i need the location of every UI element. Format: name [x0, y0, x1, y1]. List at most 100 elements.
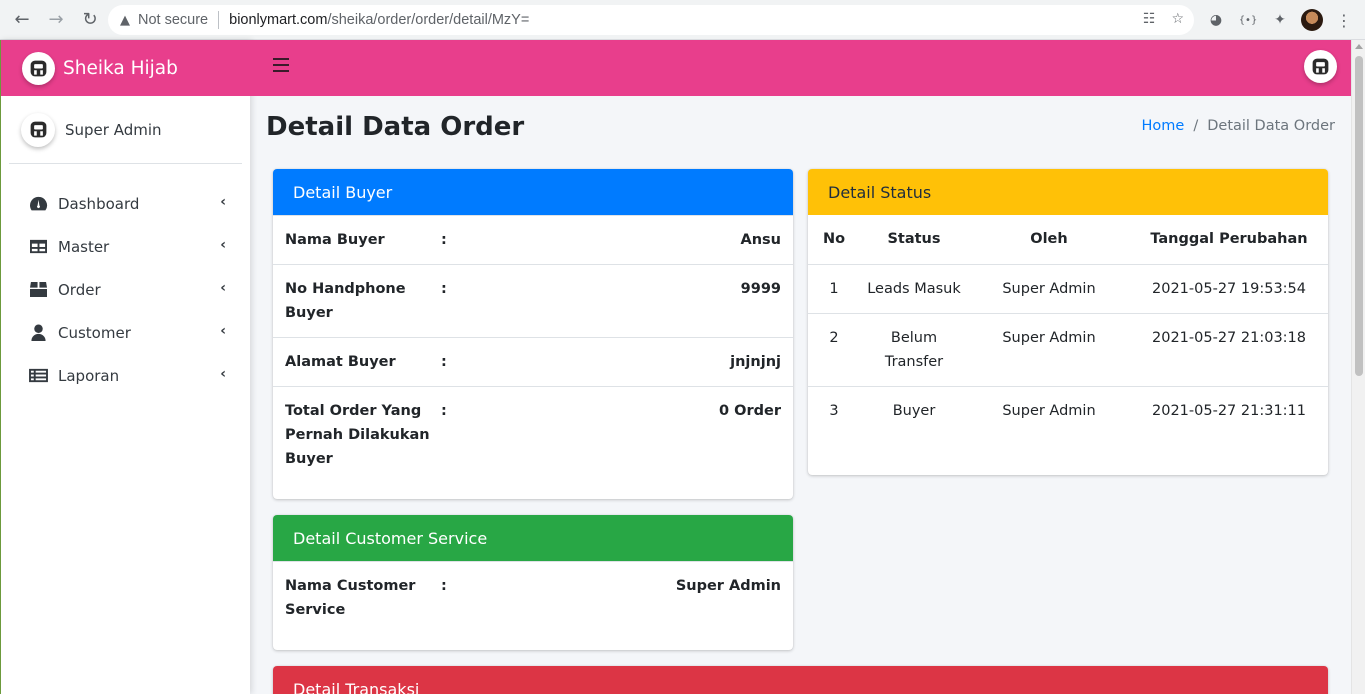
extension-icon[interactable]: ◕	[1204, 8, 1228, 32]
cell-no: 3	[808, 385, 860, 435]
buyer-row-total-order: Total Order Yang Pernah Dilakukan Buyer …	[273, 386, 793, 483]
omnibox-divider	[218, 11, 220, 29]
scroll-up-icon[interactable]	[1355, 44, 1363, 49]
sidebar-item-order[interactable]: Order ‹	[1, 268, 250, 311]
cell-status: Buyer	[860, 385, 968, 435]
sidebar-item-label: Order	[58, 280, 101, 299]
user-name: Super Admin	[65, 120, 162, 139]
breadcrumb: Home / Detail Data Order	[1142, 118, 1335, 134]
field-value: jnjnjnj	[730, 354, 781, 370]
field-value: 9999	[740, 281, 781, 297]
breadcrumb-home-link[interactable]: Home	[1142, 118, 1185, 134]
customer-service-card: Detail Customer Service Nama Customer Se…	[273, 515, 793, 650]
cell-status: Belum Transfer	[860, 312, 968, 386]
buyer-row-address: Alamat Buyer : jnjnjnj	[273, 337, 793, 386]
table-icon	[28, 238, 48, 256]
field-colon: :	[441, 403, 447, 419]
profile-avatar[interactable]	[1301, 9, 1323, 31]
warning-icon: ▲	[120, 12, 130, 28]
table-row: 1 Leads Masuk Super Admin 2021-05-27 19:…	[808, 263, 1328, 313]
back-icon[interactable]: ←	[6, 4, 38, 36]
bookmark-star-icon[interactable]: ☆	[1171, 11, 1184, 27]
json-extension-icon[interactable]: {•}	[1236, 8, 1260, 32]
field-value: Ansu	[740, 232, 782, 248]
field-value: Super Admin	[675, 578, 781, 594]
buyer-row-phone: No Handphone Buyer : 9999	[273, 264, 793, 337]
sidebar-menu: Dashboard ‹ Master ‹ Order ‹ Customer ‹ …	[1, 182, 250, 397]
cell-tanggal: 2021-05-27 21:31:11	[1130, 385, 1328, 435]
cs-row-name: Nama Customer Service : Super Admin	[273, 561, 793, 634]
user-icon	[28, 324, 48, 342]
table-row: 3 Buyer Super Admin 2021-05-27 21:31:11	[808, 385, 1328, 435]
menu-kebab-icon[interactable]: ⋮	[1332, 8, 1356, 32]
sidebar-item-laporan[interactable]: Laporan ‹	[1, 354, 250, 397]
buyer-card-title: Detail Buyer	[273, 169, 793, 215]
cell-no: 2	[808, 312, 860, 386]
breadcrumb-separator: /	[1193, 118, 1199, 134]
field-colon: :	[441, 354, 447, 370]
sidebar-item-label: Dashboard	[58, 194, 140, 213]
sidebar-item-customer[interactable]: Customer ‹	[1, 311, 250, 354]
cell-status: Leads Masuk	[860, 263, 968, 313]
field-label: Nama Customer Service	[285, 578, 416, 618]
customer-service-card-title: Detail Customer Service	[273, 515, 793, 561]
table-header-row: No Status Oleh Tanggal Perubahan	[808, 215, 1328, 264]
dashboard-icon	[28, 195, 48, 213]
sidebar: Sheika Hijab Super Admin Dashboard ‹ Mas…	[0, 40, 250, 694]
brand-logo	[22, 51, 55, 85]
cell-no: 1	[808, 263, 860, 313]
puzzle-icon[interactable]: ✦	[1268, 8, 1292, 32]
scrollbar-thumb[interactable]	[1355, 56, 1363, 376]
table-row: 2 Belum Transfer Super Admin 2021-05-27 …	[808, 312, 1328, 386]
translate-icon[interactable]: ☷	[1143, 11, 1156, 27]
sidebar-item-dashboard[interactable]: Dashboard ‹	[1, 182, 250, 225]
page-scrollbar[interactable]	[1351, 40, 1365, 694]
user-avatar	[21, 112, 55, 147]
sidebar-item-label: Master	[58, 237, 110, 256]
chevron-left-icon: ‹	[220, 280, 226, 296]
sidebar-item-master[interactable]: Master ‹	[1, 225, 250, 268]
chevron-left-icon: ‹	[220, 323, 226, 339]
field-value: 0 Order	[719, 403, 781, 419]
page-title: Detail Data Order	[266, 112, 525, 142]
status-card: Detail Status No Status Oleh Tanggal Per…	[808, 169, 1328, 475]
security-label: Not secure	[138, 12, 209, 28]
field-label: Total Order Yang Pernah Dilakukan Buyer	[285, 403, 430, 467]
url-path: /sheika/order/order/detail/MzY=	[327, 12, 530, 28]
buyer-card: Detail Buyer Nama Buyer : Ansu No Handph…	[273, 169, 793, 499]
field-label: Nama Buyer	[285, 232, 385, 248]
field-colon: :	[441, 578, 447, 594]
forward-icon[interactable]: →	[40, 4, 72, 36]
list-icon	[28, 367, 48, 385]
sidebar-item-label: Laporan	[58, 366, 120, 385]
column-header: Oleh	[1030, 231, 1068, 248]
url-host: bionlymart.com	[229, 12, 328, 28]
column-header: Tanggal Perubahan	[1150, 231, 1308, 248]
brand-link[interactable]: Sheika Hijab	[1, 40, 250, 96]
top-navbar	[250, 40, 1351, 96]
chevron-left-icon: ‹	[220, 194, 226, 210]
reload-icon[interactable]: ↻	[74, 4, 106, 36]
sidebar-item-label: Customer	[58, 323, 131, 342]
cell-oleh: Super Admin	[968, 263, 1130, 313]
column-header: No	[822, 231, 846, 248]
buyer-row-name: Nama Buyer : Ansu	[273, 215, 793, 264]
field-label: Alamat Buyer	[285, 354, 396, 370]
brand-name: Sheika Hijab	[63, 57, 178, 79]
cell-tanggal: 2021-05-27 19:53:54	[1130, 263, 1328, 313]
cell-oleh: Super Admin	[968, 385, 1130, 435]
status-card-title: Detail Status	[808, 169, 1328, 215]
box-icon	[28, 281, 48, 299]
hamburger-icon[interactable]	[273, 58, 289, 72]
user-panel[interactable]: Super Admin	[9, 96, 242, 164]
navbar-user-avatar[interactable]	[1304, 50, 1337, 83]
field-label: No Handphone Buyer	[285, 281, 406, 321]
cell-oleh: Super Admin	[968, 312, 1130, 386]
field-colon: :	[441, 232, 447, 248]
chevron-left-icon: ‹	[220, 366, 226, 382]
chevron-left-icon: ‹	[220, 237, 226, 253]
address-bar[interactable]: ▲ Not secure bionlymart.com/sheika/order…	[108, 5, 1194, 35]
cell-tanggal: 2021-05-27 21:03:18	[1130, 312, 1328, 386]
browser-toolbar: ← → ↻ ▲ Not secure bionlymart.com/sheika…	[0, 0, 1365, 40]
status-table: No Status Oleh Tanggal Perubahan 1 Leads…	[808, 215, 1328, 435]
